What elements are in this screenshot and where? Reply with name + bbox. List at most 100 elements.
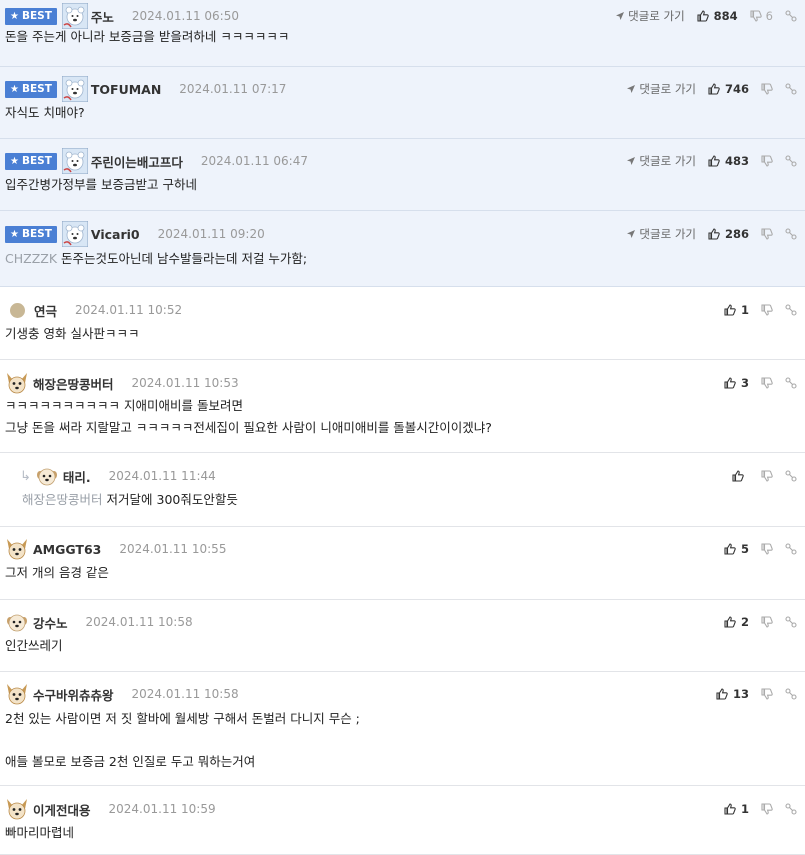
avatar[interactable] [5,797,29,821]
dislike-button[interactable] [761,688,773,700]
thumbs-down-icon [761,304,773,316]
comment-actions: 13 [716,683,797,705]
like-button[interactable]: 286 [708,227,749,241]
avatar[interactable] [10,302,25,318]
like-button[interactable]: 1 [724,303,749,317]
go-to-comment-label: 댓글로 가기 [639,227,696,241]
go-to-comment-link[interactable]: 댓글로 가기 [626,153,696,169]
avatar[interactable] [5,537,29,561]
link-icon [785,688,797,700]
nickname[interactable]: 연극 [34,301,57,320]
share-button[interactable] [785,228,797,240]
timestamp: 2024.01.11 10:58 [131,687,239,701]
avatar[interactable] [35,464,59,488]
mention-nickname[interactable]: CHZZZK [5,251,57,266]
best-badge-label: BEST [21,10,52,22]
comment-actions [732,465,797,487]
nickname[interactable]: Vicari0 [91,227,140,242]
comment-text: 입주간병가정부를 보증금받고 구하네 [5,177,197,192]
like-button[interactable] [732,470,749,482]
go-to-comment-link[interactable]: 댓글로 가기 [615,8,685,24]
comment-actions: 댓글로 가기 286 [626,223,797,245]
share-button[interactable] [785,803,797,815]
thumbs-down-icon [761,83,773,95]
comment-actions: 댓글로 가기 483 [626,150,797,172]
share-button[interactable] [785,688,797,700]
dislike-button[interactable] [761,543,773,555]
avatar[interactable] [61,76,88,102]
avatar[interactable] [5,682,29,706]
dislike-button[interactable] [761,304,773,316]
comment-text: 인간쓰레기 [5,638,63,653]
comment-actions: 댓글로 가기 746 [626,78,797,100]
avatar[interactable] [5,610,29,634]
comment-text: 빠마리마렵네 [5,825,75,840]
like-button[interactable]: 13 [716,687,749,701]
like-button[interactable]: 3 [724,376,749,390]
nickname[interactable]: AMGGT63 [33,542,101,557]
nickname[interactable]: TOFUMAN [91,82,161,97]
like-button[interactable]: 1 [724,802,749,816]
like-button[interactable]: 746 [708,82,749,96]
share-button[interactable] [785,470,797,482]
nickname[interactable]: 수구바위츄츄왕 [33,685,114,704]
go-to-comment-link[interactable]: 댓글로 가기 [626,81,696,97]
avatar[interactable] [61,221,88,247]
arrow-icon [626,229,636,239]
share-button[interactable] [785,543,797,555]
comment-text: 그저 개의 음경 같은 [5,565,109,580]
nickname[interactable]: 주노 [91,7,114,26]
like-count: 286 [724,227,749,241]
dislike-button[interactable] [761,377,773,389]
timestamp: 2024.01.11 11:44 [108,469,216,483]
like-count: 1 [740,802,749,816]
dislike-button[interactable] [761,228,773,240]
avatar[interactable] [5,371,29,395]
dislike-button[interactable] [761,803,773,815]
best-badge: ★ BEST [5,152,57,170]
thumbs-up-icon [716,688,728,700]
go-to-comment-label: 댓글로 가기 [628,9,685,23]
like-button[interactable]: 884 [697,9,738,23]
mention-nickname[interactable]: 해장은땅콩버터 [22,492,103,507]
nickname[interactable]: 해장은땅콩버터 [33,374,114,393]
dislike-button[interactable] [761,155,773,167]
avatar[interactable] [61,148,88,174]
like-button[interactable]: 5 [724,542,749,556]
share-button[interactable] [785,83,797,95]
comment-actions: 1 [724,798,797,820]
link-icon [785,10,797,22]
best-badge-label: BEST [21,155,52,167]
comment-actions: 1 [724,299,797,321]
thumbs-down-icon [761,688,773,700]
share-button[interactable] [785,304,797,316]
best-badge: ★ BEST [5,7,57,25]
dislike-button[interactable]: 6 [750,9,773,23]
best-badge-label: BEST [21,228,52,240]
comment-header: 해장은땅콩버터 2024.01.11 10:53 [0,372,805,394]
go-to-comment-label: 댓글로 가기 [639,154,696,168]
nickname[interactable]: 강수노 [33,613,68,632]
comment-text: 돈을 주는게 아니라 보증금을 받을려하네 ㅋㅋㅋㅋㅋㅋ [5,29,290,44]
arrow-icon [615,11,625,21]
share-button[interactable] [785,10,797,22]
share-button[interactable] [785,377,797,389]
share-button[interactable] [785,155,797,167]
timestamp: 2024.01.11 10:52 [75,303,183,317]
comment: 연극 2024.01.11 10:52 1 기생충 영화 실사판ㅋㅋㅋ [0,288,805,360]
star-icon: ★ [10,155,19,167]
like-button[interactable]: 483 [708,154,749,168]
comment-body: 그저 개의 음경 같은 [5,562,109,584]
arrow-icon [626,84,636,94]
go-to-comment-link[interactable]: 댓글로 가기 [626,226,696,242]
nickname[interactable]: 태리. [63,467,91,486]
nickname[interactable]: 주린이는배고프다 [91,152,183,171]
like-count: 3 [740,376,749,390]
like-button[interactable]: 2 [724,615,749,629]
comment-header: AMGGT63 2024.01.11 10:55 [0,538,805,560]
nickname[interactable]: 이게전대용 [33,800,91,819]
dislike-button[interactable] [761,83,773,95]
dislike-button[interactable] [761,616,773,628]
dislike-button[interactable] [761,470,773,482]
share-button[interactable] [785,616,797,628]
